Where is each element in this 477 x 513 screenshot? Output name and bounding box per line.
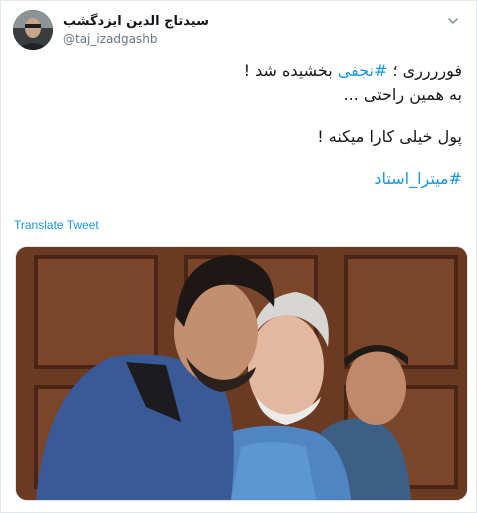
tweet-photo[interactable] bbox=[15, 246, 468, 501]
tweet-header: سیدتاج الدین ایزدگشب @taj_izadgashb bbox=[13, 7, 464, 51]
hashtag-link[interactable]: #میترا_استاد bbox=[374, 169, 462, 188]
author-name[interactable]: سیدتاج الدین ایزدگشب bbox=[63, 14, 209, 29]
author-handle[interactable]: @taj_izadgashb bbox=[63, 32, 157, 46]
tweet-card: سیدتاج الدین ایزدگشب @taj_izadgashb فورر… bbox=[0, 0, 477, 513]
tweet-line-2: به همین راحتی ... bbox=[343, 85, 462, 104]
translate-tweet-link[interactable]: Translate Tweet bbox=[14, 218, 99, 232]
text-segment: بخشیده شد ! bbox=[243, 61, 338, 80]
text-segment: فورررری ؛ bbox=[387, 61, 462, 80]
tweet-line-3: پول خیلی کارا میکنه ! bbox=[317, 127, 462, 146]
hashtag-link[interactable]: #نجفی bbox=[338, 61, 388, 80]
tweet-text: فورررری ؛ #نجفی بخشیده شد ! به همین راحت… bbox=[22, 59, 462, 191]
chevron-down-icon[interactable] bbox=[446, 13, 460, 27]
tweet-line-1: فورررری ؛ #نجفی بخشیده شد ! bbox=[22, 59, 462, 83]
avatar[interactable] bbox=[13, 10, 53, 50]
